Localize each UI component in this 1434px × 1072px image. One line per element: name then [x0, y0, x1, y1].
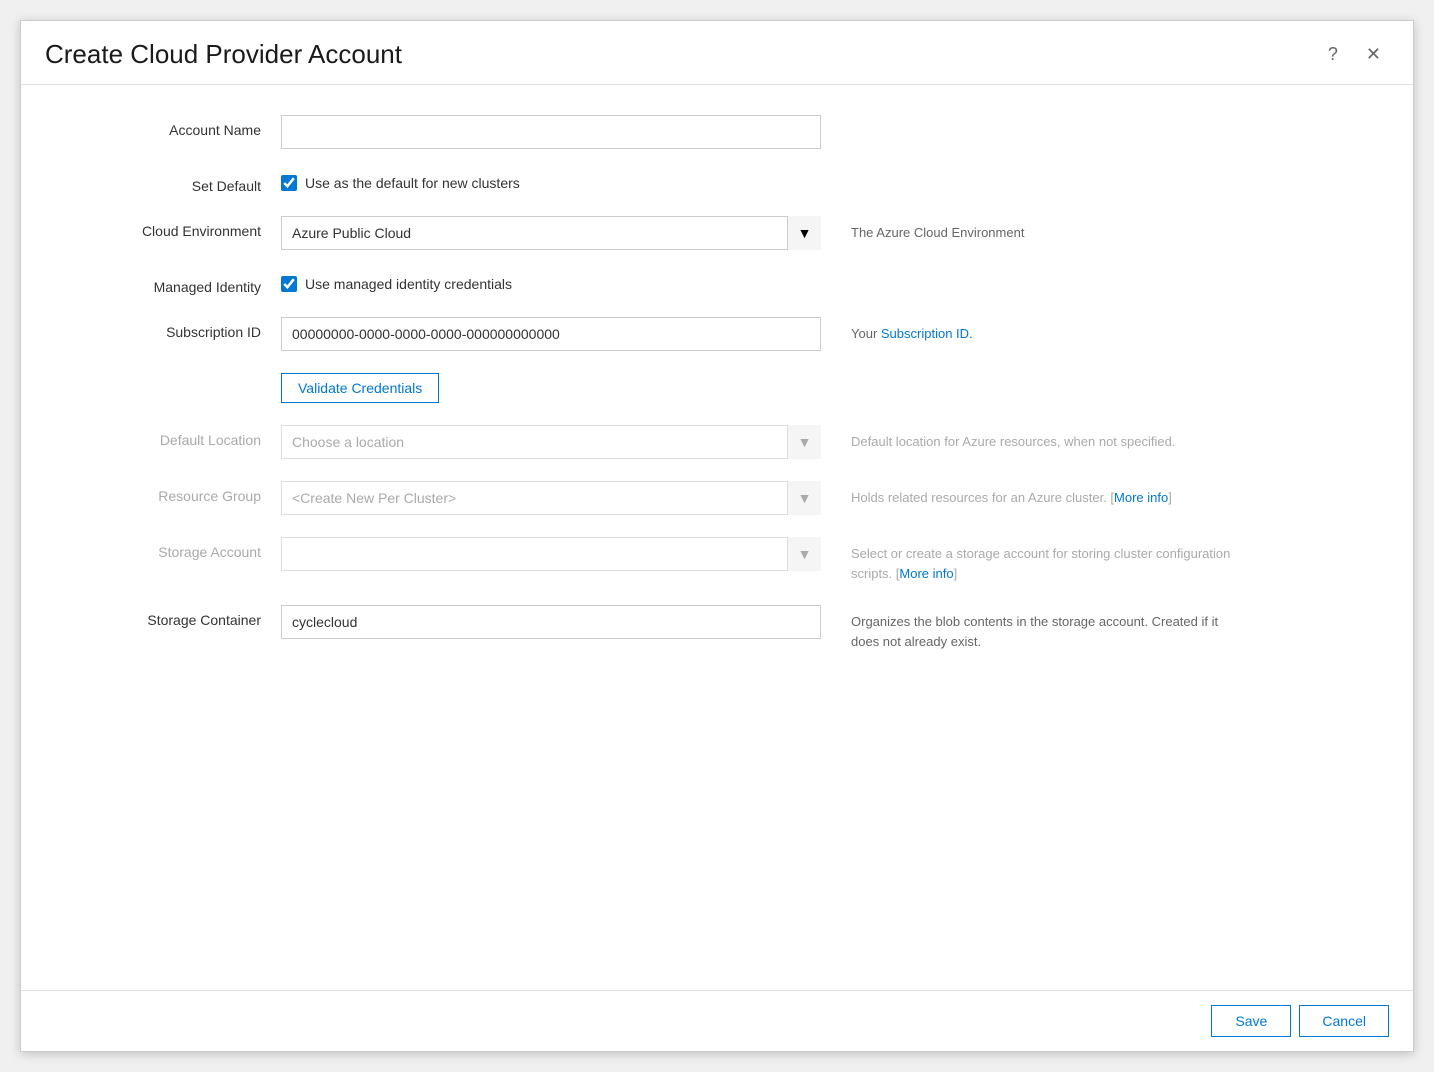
set-default-control: Use as the default for new clusters [281, 171, 821, 191]
managed-identity-row: Managed Identity Use managed identity cr… [81, 272, 1353, 295]
validate-credentials-button[interactable]: Validate Credentials [281, 373, 439, 403]
storage-container-help: Organizes the blob contents in the stora… [851, 605, 1231, 651]
account-name-control [281, 115, 821, 149]
dialog-header: Create Cloud Provider Account ? ✕ [21, 21, 1413, 85]
managed-identity-checkbox-row: Use managed identity credentials [281, 272, 821, 292]
subscription-id-row: Subscription ID 00000000-0000-0000-0000-… [81, 317, 1353, 351]
storage-container-label: Storage Container [81, 605, 281, 628]
dialog-title: Create Cloud Provider Account [45, 39, 402, 70]
cloud-environment-select-wrapper: Azure Public Cloud Azure Government Clou… [281, 216, 821, 250]
storage-account-select-wrapper: ▼ [281, 537, 821, 571]
set-default-checkbox-row: Use as the default for new clusters [281, 171, 821, 191]
resource-group-more-info-link[interactable]: More info [1114, 490, 1168, 505]
storage-account-help: Select or create a storage account for s… [851, 537, 1231, 583]
subscription-id-help: Your Subscription ID. [851, 317, 973, 344]
cloud-environment-control: Azure Public Cloud Azure Government Clou… [281, 216, 821, 250]
default-location-select-wrapper: Choose a location ▼ [281, 425, 821, 459]
storage-account-control: ▼ [281, 537, 821, 571]
resource-group-row: Resource Group <Create New Per Cluster> … [81, 481, 1353, 515]
resource-group-help-prefix: Holds related resources for an Azure clu… [851, 490, 1114, 505]
storage-account-help-suffix: ] [954, 566, 958, 581]
cloud-environment-label: Cloud Environment [81, 216, 281, 239]
cloud-environment-row: Cloud Environment Azure Public Cloud Azu… [81, 216, 1353, 250]
subscription-id-help-prefix: Your [851, 326, 881, 341]
managed-identity-label: Managed Identity [81, 272, 281, 295]
subscription-id-help-link[interactable]: Subscription ID. [881, 326, 973, 341]
account-name-input[interactable] [281, 115, 821, 149]
cloud-environment-select[interactable]: Azure Public Cloud Azure Government Clou… [281, 216, 821, 250]
storage-account-more-info-link[interactable]: More info [899, 566, 953, 581]
subscription-id-label: Subscription ID [81, 317, 281, 340]
storage-container-row: Storage Container cyclecloud Organizes t… [81, 605, 1353, 651]
storage-account-label: Storage Account [81, 537, 281, 560]
set-default-label: Set Default [81, 171, 281, 194]
managed-identity-checkbox[interactable] [281, 276, 297, 292]
help-button[interactable]: ? [1320, 40, 1346, 69]
resource-group-help-suffix: ] [1168, 490, 1172, 505]
default-location-row: Default Location Choose a location ▼ Def… [81, 425, 1353, 459]
resource-group-select-wrapper: <Create New Per Cluster> ▼ [281, 481, 821, 515]
resource-group-label: Resource Group [81, 481, 281, 504]
set-default-row: Set Default Use as the default for new c… [81, 171, 1353, 194]
validate-credentials-control: Validate Credentials [281, 373, 821, 403]
create-cloud-provider-dialog: Create Cloud Provider Account ? ✕ Accoun… [20, 20, 1414, 1052]
storage-account-select[interactable] [281, 537, 821, 571]
account-name-row: Account Name [81, 115, 1353, 149]
resource-group-help: Holds related resources for an Azure clu… [851, 481, 1172, 508]
dialog-body: Account Name Set Default Use as the defa… [21, 85, 1413, 990]
subscription-id-control: 00000000-0000-0000-0000-000000000000 [281, 317, 821, 351]
account-name-label: Account Name [81, 115, 281, 138]
resource-group-control: <Create New Per Cluster> ▼ [281, 481, 821, 515]
set-default-checkbox-label: Use as the default for new clusters [305, 175, 520, 191]
header-icons: ? ✕ [1320, 40, 1389, 69]
validate-credentials-spacer [81, 373, 281, 380]
storage-container-control: cyclecloud [281, 605, 821, 639]
resource-group-select[interactable]: <Create New Per Cluster> [281, 481, 821, 515]
save-button[interactable]: Save [1211, 1005, 1291, 1037]
set-default-checkbox[interactable] [281, 175, 297, 191]
default-location-help: Default location for Azure resources, wh… [851, 425, 1175, 452]
default-location-select[interactable]: Choose a location [281, 425, 821, 459]
managed-identity-control: Use managed identity credentials [281, 272, 821, 292]
dialog-footer: Save Cancel [21, 990, 1413, 1051]
storage-container-input[interactable]: cyclecloud [281, 605, 821, 639]
managed-identity-checkbox-label: Use managed identity credentials [305, 276, 512, 292]
validate-credentials-row: Validate Credentials [81, 373, 1353, 403]
subscription-id-input[interactable]: 00000000-0000-0000-0000-000000000000 [281, 317, 821, 351]
cloud-environment-help: The Azure Cloud Environment [851, 216, 1024, 243]
default-location-label: Default Location [81, 425, 281, 448]
close-button[interactable]: ✕ [1358, 40, 1389, 69]
cancel-button[interactable]: Cancel [1299, 1005, 1389, 1037]
storage-account-row: Storage Account ▼ Select or create a sto… [81, 537, 1353, 583]
default-location-control: Choose a location ▼ [281, 425, 821, 459]
